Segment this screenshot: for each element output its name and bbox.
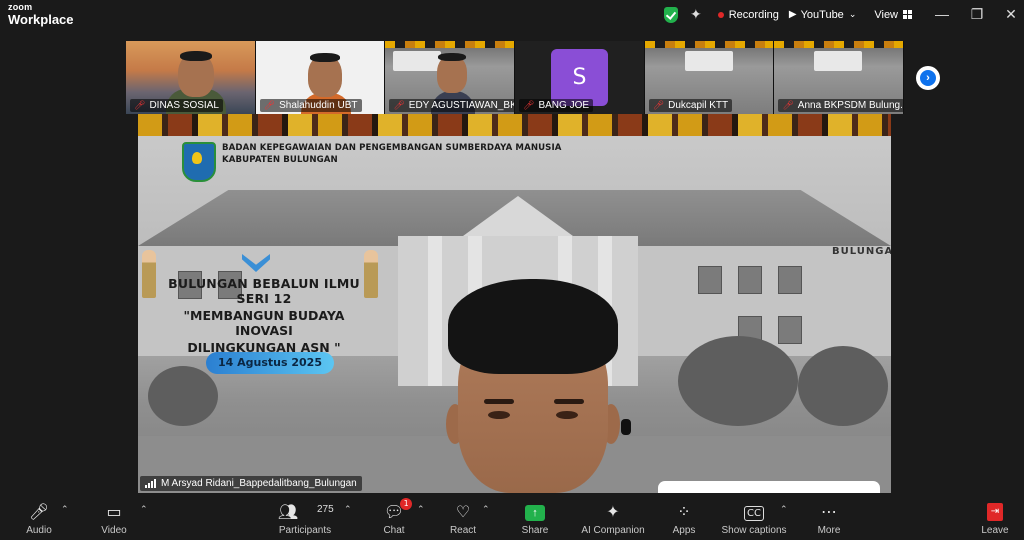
view-label: View [874, 8, 899, 21]
chevron-right-icon: › [920, 70, 936, 86]
active-speaker-video: BULUNGA BADAN KEPEGAWAIAN DAN PENGEMBANG… [138, 114, 891, 493]
batik-banner [138, 114, 891, 136]
video-camera-icon: ▭ [106, 502, 122, 521]
title-bar: zoom Workplace ✦ Recording ▶ YouTube ⌄ V… [0, 0, 1024, 32]
closed-captions-icon: CC [744, 506, 764, 521]
video-options-caret[interactable]: ⌃ [140, 504, 148, 515]
participant-tile[interactable]: 🎤︎ Dukcapil KTT [644, 41, 775, 114]
participant-name-tag: 🎤︎ Dukcapil KTT [648, 99, 733, 112]
chat-bubble-icon: 💬︎ 1 [384, 498, 413, 521]
brand-top: zoom [8, 2, 33, 12]
speaker-name-tag: M Arsyad Ridani_Bappedalitbang_Bulungan [140, 476, 362, 491]
audio-button[interactable]: 🎤︎ Audio [22, 496, 56, 540]
participants-icon: 👥︎ [277, 502, 299, 521]
event-title: BULUNGAN BEBALUN ILMU SERI 12 [168, 276, 360, 306]
leave-door-icon: ⇥ [987, 503, 1003, 521]
speaker-name: M Arsyad Ridani_Bappedalitbang_Bulungan [161, 478, 357, 489]
recording-dot-icon [717, 11, 724, 18]
earbud [621, 419, 631, 435]
brand-bottom: Workplace [8, 12, 74, 27]
heart-icon: ♡ [455, 502, 471, 521]
recording-label[interactable]: Recording [729, 9, 779, 21]
view-button[interactable]: View [874, 8, 913, 21]
youtube-stream-button[interactable]: ▶ YouTube ⌄ [789, 9, 856, 21]
organization-header: BADAN KEPEGAWAIAN DAN PENGEMBANGAN SUMBE… [182, 142, 562, 182]
close-icon[interactable]: ✕ [1001, 6, 1021, 23]
share-button[interactable]: ↑ Share [518, 496, 552, 540]
youtube-icon: ▶ [788, 9, 797, 20]
youtube-label: YouTube [800, 8, 844, 21]
grid-view-icon [903, 10, 913, 19]
chat-unread-badge: 1 [400, 498, 413, 510]
leave-button[interactable]: ⇥ Leave [980, 496, 1010, 540]
react-button[interactable]: ♡ React [448, 496, 478, 540]
more-button[interactable]: ⋯ More [814, 496, 844, 540]
zoom-workplace-logo: zoom Workplace [8, 2, 74, 27]
ai-companion-button[interactable]: ✦ AI Companion [578, 496, 648, 540]
mic-muted-icon: 🎤︎ [263, 100, 276, 110]
participant-name-tag: 🎤︎ Anna BKPSDM Bulung... [778, 99, 904, 112]
participant-tile[interactable]: 🎤︎ DINAS SOSIAL [126, 41, 256, 114]
video-button[interactable]: ▭ Video [96, 496, 132, 540]
ai-sparkle-icon: ✦ [606, 502, 620, 521]
mic-muted-icon: 🎤︎ [28, 502, 50, 521]
chat-button[interactable]: 💬︎ 1 Chat [380, 496, 413, 540]
meeting-toolbar: 🎤︎ Audio ⌃ ▭ Video ⌃ 👥︎ Participants 275… [0, 496, 1024, 540]
audio-options-caret[interactable]: ⌃ [61, 504, 69, 515]
mic-muted-icon: 🎤︎ [652, 100, 665, 110]
captions-options-caret[interactable]: ⌃ [780, 504, 788, 515]
participant-thumbnail-strip: 🎤︎ DINAS SOSIAL 🎤︎ Shalahuddin UBT 🎤︎ ED… [126, 41, 905, 114]
participants-button[interactable]: 👥︎ Participants [276, 496, 334, 540]
participant-tile[interactable]: S 🎤︎ BANG JOE [515, 41, 645, 114]
org-name: BADAN KEPEGAWAIAN DAN PENGEMBANGAN SUMBE… [222, 143, 562, 153]
mic-muted-icon: 🎤︎ [782, 100, 794, 110]
participant-name-tag: 🎤︎ Shalahuddin UBT [259, 99, 362, 112]
event-title-block: BULUNGAN BEBALUN ILMU SERI 12 "MEMBANGUN… [154, 276, 374, 355]
building-sign: BULUNGA [832, 246, 891, 257]
chevron-down-icon: ⌄ [848, 9, 857, 19]
participant-tile[interactable]: 🎤︎ Anna BKPSDM Bulung... [774, 41, 905, 114]
event-date: 14 Agustus 2025 [206, 352, 334, 374]
avatar: S [551, 49, 609, 106]
org-region: KABUPATEN BULUNGAN [222, 155, 338, 165]
chat-options-caret[interactable]: ⌃ [417, 504, 425, 515]
sponsor-logos-strip [658, 481, 880, 493]
minimize-icon[interactable]: — [932, 6, 952, 22]
encryption-shield-icon[interactable] [664, 6, 678, 23]
share-screen-icon: ↑ [525, 505, 545, 521]
signal-bars-icon [145, 479, 157, 488]
participant-name-tag: 🎤︎ EDY AGUSTIAWAN_BK... [389, 99, 515, 112]
speaker-person [436, 279, 636, 493]
next-page-button[interactable]: › [916, 66, 940, 90]
event-subtitle-1: "MEMBANGUN BUDAYA INOVASI [183, 308, 345, 338]
mic-muted-icon: 🎤︎ [134, 100, 146, 110]
participant-tile[interactable]: 🎤︎ EDY AGUSTIAWAN_BK... [385, 41, 516, 114]
ai-sparkle-icon[interactable]: ✦ [690, 6, 702, 23]
show-captions-button[interactable]: CC Show captions [720, 496, 788, 540]
participant-tile[interactable]: 🎤︎ Shalahuddin UBT [255, 41, 386, 114]
restore-icon[interactable]: ❐ [967, 6, 987, 23]
more-dots-icon: ⋯ [821, 502, 837, 521]
participant-name-tag: 🎤︎ BANG JOE [519, 99, 594, 112]
apps-button[interactable]: ⁘ Apps [670, 496, 698, 540]
participants-count: 275 [317, 504, 334, 515]
apps-grid-icon: ⁘ [677, 502, 691, 521]
mic-muted-icon: 🎤︎ [523, 100, 535, 110]
mic-muted-icon: 🎤︎ [393, 100, 405, 110]
react-options-caret[interactable]: ⌃ [482, 504, 490, 515]
bulungan-emblem-icon [182, 142, 216, 182]
participants-options-caret[interactable]: ⌃ [344, 504, 352, 515]
participant-name-tag: 🎤︎ DINAS SOSIAL [130, 99, 223, 112]
